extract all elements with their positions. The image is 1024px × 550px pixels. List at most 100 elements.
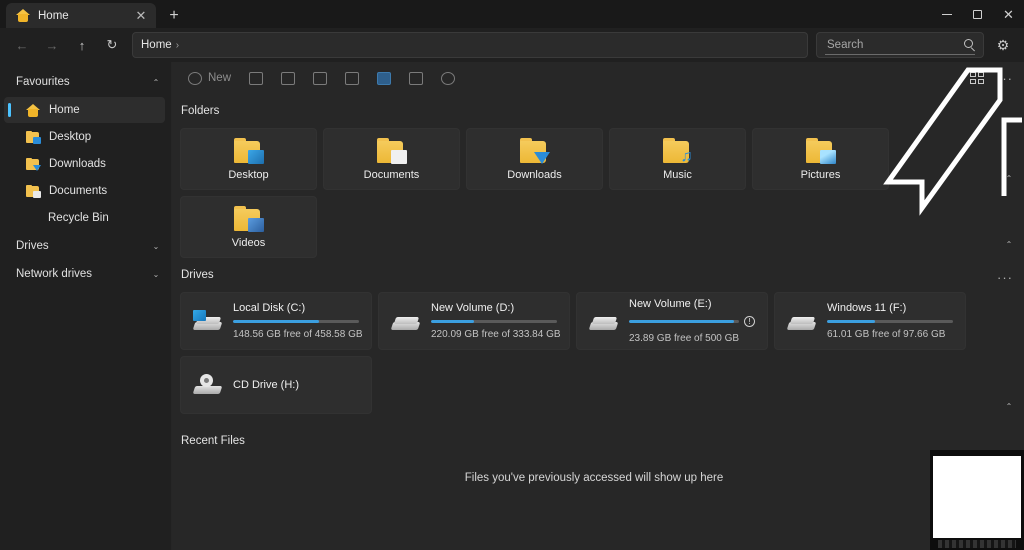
sidebar-group-label: Drives [16, 240, 49, 252]
copy-icon [281, 71, 296, 85]
rename-icon [345, 71, 360, 85]
sidebar-group-favourites[interactable]: Favourites ⌃ [0, 68, 171, 96]
back-button[interactable]: ← [8, 32, 36, 58]
drives-grid: Local Disk (C:) 148.56 GB free of 458.58… [180, 292, 1008, 350]
downloads-folder-icon [518, 137, 552, 165]
search-placeholder: Search [827, 39, 864, 51]
refresh-button[interactable]: ↻ [98, 32, 126, 58]
gear-icon[interactable]: ⚙ [990, 32, 1016, 58]
tab-label: Home [38, 9, 69, 22]
drive-capacity-text: 148.56 GB free of 458.58 GB [233, 329, 363, 340]
content-pane: New ··· Folders Desktop Documents Downlo… [172, 62, 1024, 550]
capacity-fill [233, 320, 319, 323]
section-header-drives[interactable]: Drives [180, 262, 1008, 288]
view-icon [969, 71, 985, 85]
close-window-button[interactable]: ✕ [993, 0, 1024, 28]
documents-folder-icon [375, 137, 409, 165]
new-tab-button[interactable]: + [160, 3, 188, 28]
scissors-icon [249, 71, 264, 85]
close-icon: ✕ [1003, 6, 1014, 22]
copy-button[interactable] [273, 65, 303, 91]
drive-card-cd-drive-h[interactable]: CD Drive (H:) [180, 356, 372, 414]
tab-home[interactable]: Home ✕ [6, 3, 156, 28]
body-area: Favourites ⌃ Home Desktop Downloads Docu… [0, 62, 1024, 550]
drive-info: Local Disk (C:) 148.56 GB free of 458.58… [233, 302, 363, 340]
forward-button[interactable]: → [38, 32, 66, 58]
sort-button[interactable] [433, 65, 463, 91]
paste-icon [313, 71, 328, 85]
sidebar-item-documents[interactable]: Documents [4, 178, 165, 204]
new-button[interactable]: New [180, 65, 239, 91]
chevron-down-icon: ⌄ [152, 241, 160, 251]
pictures-folder-icon [804, 137, 838, 165]
delete-button[interactable] [401, 65, 431, 91]
drive-name: Windows 11 (F:) [827, 302, 907, 314]
collapse-recent-files-chevron[interactable]: ⌃ [1002, 402, 1016, 411]
capacity-track [827, 320, 953, 323]
command-bar: New ··· [172, 62, 1024, 94]
capacity-track [431, 320, 557, 323]
sidebar-item-home[interactable]: Home [4, 97, 165, 123]
folder-name: Music [663, 169, 692, 181]
folder-card-documents[interactable]: Documents [323, 128, 460, 190]
drives-more-button[interactable]: ··· [994, 267, 1016, 287]
folder-card-desktop[interactable]: Desktop [180, 128, 317, 190]
folder-card-downloads[interactable]: Downloads [466, 128, 603, 190]
documents-folder-icon [26, 185, 41, 198]
capacity-bar [431, 320, 557, 323]
collapse-drives-chevron[interactable]: ⌃ [1002, 240, 1016, 249]
section-header-recent-files[interactable]: Recent Files [180, 428, 1008, 454]
sidebar-group-label: Network drives [16, 268, 93, 280]
folder-card-videos[interactable]: Videos [180, 196, 317, 258]
tab-strip: Home ✕ + [0, 0, 188, 28]
sidebar-item-label: Home [49, 104, 80, 116]
drive-name: CD Drive (H:) [233, 379, 299, 391]
low-space-warning-icon: ! [744, 316, 755, 327]
close-tab-button[interactable]: ✕ [132, 7, 150, 25]
windows-drive-icon [192, 310, 223, 332]
sidebar-item-downloads[interactable]: Downloads [4, 151, 165, 177]
view-button[interactable] [962, 65, 992, 91]
rename-button[interactable] [337, 65, 367, 91]
section-title: Drives [181, 269, 214, 281]
more-options-button[interactable]: ··· [994, 68, 1016, 88]
window-controls: ✕ [931, 0, 1024, 28]
drive-card-windows-11-f[interactable]: Windows 11 (F:) 61.01 GB free of 97.66 G… [774, 292, 966, 350]
new-label: New [208, 72, 232, 84]
sidebar-item-recycle-bin[interactable]: Recycle Bin [4, 205, 165, 231]
maximize-button[interactable] [962, 0, 993, 28]
drive-card-new-volume-e[interactable]: New Volume (E:) ! 23.89 GB free of 500 G… [576, 292, 768, 350]
drive-card-local-disk-c[interactable]: Local Disk (C:) 148.56 GB free of 458.58… [180, 292, 372, 350]
share-button[interactable] [369, 65, 399, 91]
drive-info: New Volume (E:) ! 23.89 GB free of 500 G… [629, 298, 755, 344]
overlay-panel [930, 450, 1024, 550]
sidebar-group-drives[interactable]: Drives ⌄ [0, 232, 171, 260]
chevron-up-icon: ⌃ [152, 77, 160, 87]
search-input[interactable]: Search [816, 32, 984, 58]
paste-button[interactable] [305, 65, 335, 91]
maximize-icon [973, 9, 982, 19]
folder-name: Pictures [800, 169, 841, 181]
capacity-track [629, 320, 739, 323]
downloads-folder-icon [26, 158, 41, 171]
up-button[interactable]: ↑ [68, 32, 96, 58]
share-icon [377, 71, 392, 85]
music-folder-icon: ♫ [661, 137, 695, 165]
home-icon [26, 103, 40, 117]
breadcrumb-item-home[interactable]: Home [141, 39, 172, 51]
collapse-folders-chevron[interactable]: ⌃ [1002, 174, 1016, 183]
drive-card-new-volume-d[interactable]: New Volume (D:) 220.09 GB free of 333.84… [378, 292, 570, 350]
section-header-folders[interactable]: Folders [180, 98, 1008, 124]
minimize-button[interactable] [931, 0, 962, 28]
sidebar-item-desktop[interactable]: Desktop [4, 124, 165, 150]
cut-button[interactable] [241, 65, 271, 91]
sidebar-group-network-drives[interactable]: Network drives ⌄ [0, 260, 171, 288]
folder-card-pictures[interactable]: Pictures [752, 128, 889, 190]
file-explorer-window: Home ✕ + ✕ ← → ↑ ↻ Home › Search ⚙ Favou… [0, 0, 1024, 550]
capacity-track [233, 320, 359, 323]
recent-files-empty-message: Files you've previously accessed will sh… [464, 472, 724, 484]
breadcrumb[interactable]: Home › [132, 32, 808, 58]
folder-card-music[interactable]: ♫ Music [609, 128, 746, 190]
folders-grid: Desktop Documents Downloads ♫ Music Pict… [180, 128, 1008, 258]
capacity-bar: ! [629, 316, 755, 327]
